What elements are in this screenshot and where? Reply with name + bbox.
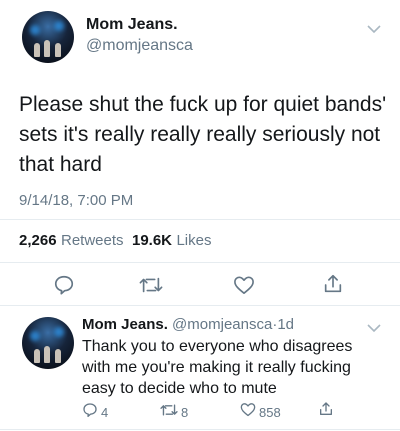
reply-reply-button[interactable]: 4 xyxy=(82,402,108,423)
reply-text-line: Thank you to everyone who disagrees xyxy=(82,338,353,355)
tweet-text-line: Please shut the fuck up for quiet bands' xyxy=(19,93,387,116)
author-name[interactable]: Mom Jeans. xyxy=(86,16,178,34)
reply-author-handle[interactable]: @momjeansca xyxy=(172,316,272,333)
likes-label: Likes xyxy=(176,232,212,249)
likes-stat[interactable]: 19.6K Likes xyxy=(132,232,212,249)
avatar[interactable] xyxy=(22,11,74,63)
reply-header: Mom Jeans. @momjeansca·1d xyxy=(82,316,294,333)
reply-count: 4 xyxy=(101,405,109,420)
tweet-text-line: that hard xyxy=(19,153,102,176)
reply-icon xyxy=(82,402,98,423)
reply-avatar[interactable] xyxy=(22,317,74,369)
tweet-text: Please shut the fuck up for quiet bands'… xyxy=(19,90,394,180)
reply-share-button[interactable] xyxy=(318,401,334,422)
retweet-count: 8 xyxy=(181,405,189,420)
like-icon xyxy=(240,402,256,422)
reply-text-line: with me you're making it really fucking xyxy=(82,359,351,376)
likes-count: 19.6K xyxy=(131,232,173,249)
divider xyxy=(0,305,400,306)
reply-text: Thank you to everyone who disagrees with… xyxy=(82,336,382,399)
tweet-stats: 2,266 Retweets 19.6K Likes xyxy=(19,232,212,250)
share-icon[interactable] xyxy=(322,273,344,295)
divider xyxy=(0,262,400,263)
reply-icon[interactable] xyxy=(53,274,75,296)
reply-text-line: easy to decide who to mute xyxy=(82,380,277,397)
chevron-down-icon[interactable] xyxy=(367,21,381,39)
retweets-label: Retweets xyxy=(61,232,124,249)
reply-retweet-button[interactable]: 8 xyxy=(160,403,188,422)
share-icon xyxy=(318,402,334,421)
tweet-timestamp[interactable]: 9/14/18, 7:00 PM xyxy=(19,192,133,209)
tweet-text-line: sets it's really really really seriously… xyxy=(19,123,381,146)
reply-author-name[interactable]: Mom Jeans. xyxy=(82,316,168,333)
retweets-count: 2,266 xyxy=(19,232,57,249)
like-count: 858 xyxy=(259,404,281,420)
like-icon[interactable] xyxy=(233,275,255,295)
reply-age[interactable]: 1d xyxy=(277,316,294,333)
retweet-icon xyxy=(160,403,178,422)
divider xyxy=(0,429,400,430)
divider xyxy=(0,219,400,220)
retweet-icon[interactable] xyxy=(139,275,163,295)
reply-like-button[interactable]: 858 xyxy=(240,402,281,422)
retweets-stat[interactable]: 2,266 Retweets xyxy=(19,232,128,249)
author-handle[interactable]: @momjeansca xyxy=(86,37,193,55)
